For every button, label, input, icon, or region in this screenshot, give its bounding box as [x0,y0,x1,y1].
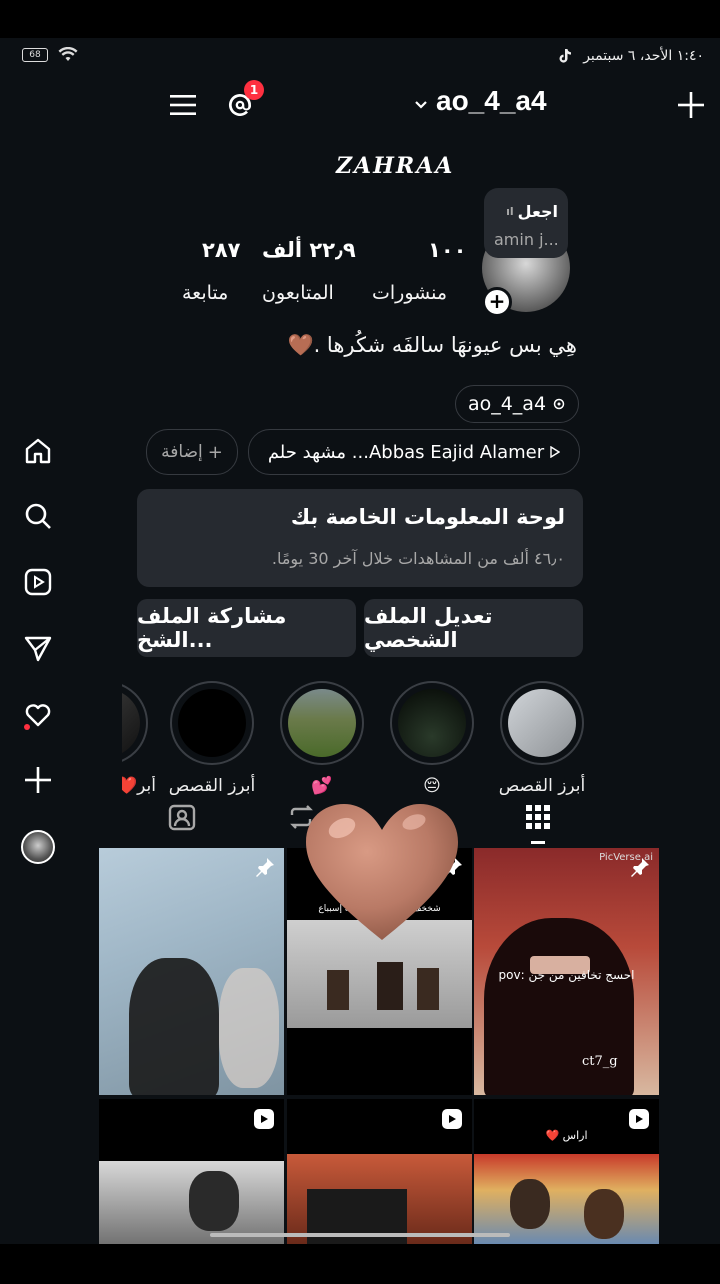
music-pill[interactable]: مشهد حلم ...Abbas Eajid Alamer [248,429,580,475]
edit-profile-button[interactable]: تعديل الملف الشخصي [364,599,583,657]
professional-dashboard-card[interactable]: لوحة المعلومات الخاصة بك ٤٦٫٠ ألف من الم… [137,489,583,587]
grid-post-6-caption: اراس ❤️ [545,1129,588,1142]
note-title: اجعل [517,202,558,221]
pin-icon [254,856,276,882]
pin-icon [629,856,651,882]
profile-nav-avatar[interactable] [18,827,58,867]
following-count[interactable]: ٢٨٧ [202,238,240,262]
play-icon [550,446,561,458]
home-indicator [210,1233,510,1237]
reel-icon [254,1109,274,1129]
grid-post-6[interactable]: اراس ❤️ [474,1099,659,1244]
highlight-1-image [508,689,576,757]
highlight-2-image [398,689,466,757]
grid-tab-icon[interactable] [524,803,552,831]
note-subtitle: amin j... [494,230,559,249]
threads-small-icon [553,398,565,410]
status-bar-left: 68 [22,47,78,63]
brown-heart-sticker-icon [306,804,458,940]
grid-post-5[interactable] [287,1099,472,1244]
highlight-4[interactable] [170,681,254,765]
profile-bio: هِي بس عيونهَا سالفَه شكُرها .🤎 [287,333,577,357]
posts-label: منشورات [372,282,448,304]
reels-nav-icon[interactable] [18,562,58,602]
add-label: إضافة [161,442,203,462]
instagram-profile-screen: 68 ١:٤٠ الأحد، ٦ سبتمبر 1 ao_4_a4 ZAHRAA… [0,38,720,1244]
grid-post-3-caption: احسج تخافين من جن :pov [498,968,635,982]
home-nav-icon[interactable] [18,431,58,471]
tagged-tab-icon[interactable] [168,803,196,831]
highlight-3-label: 💕 [311,776,333,796]
highlight-1-label: أبرز القصص [498,776,586,796]
highlight-2-label: 😔 [423,776,441,796]
grid-post-3[interactable]: PicVerse.ai احسج تخافين من جن :pov ct7_g [474,848,659,1095]
highlight-5[interactable] [122,681,148,765]
create-plus-icon[interactable] [678,92,704,118]
activity-dot [24,724,30,730]
dashboard-subtitle: ٤٦٫٠ ألف من المشاهدات خلال آخر 30 يومًا. [271,549,565,568]
posts-count: ١٠٠ [428,238,467,262]
threads-handle-pill[interactable]: ao_4_a4 [455,385,579,423]
tiktok-icon [559,49,571,63]
highlight-4-label: أبرز القصص [168,776,256,796]
battery-icon: 68 [22,48,48,62]
add-story-plus-icon[interactable]: + [482,287,512,317]
grid-post-1[interactable] [99,848,284,1095]
reel-icon [629,1109,649,1129]
highlight-3-image [288,689,356,757]
add-link-pill[interactable]: إضافة + [146,429,238,475]
highlight-5-image [122,689,140,757]
share-profile-button[interactable]: مشاركة الملف الشخ... [137,599,356,657]
highlight-3[interactable] [280,681,364,765]
threads-handle: ao_4_a4 [467,393,547,415]
highlight-4-image [178,689,246,757]
reel-icon [442,1109,462,1129]
followers-label[interactable]: المتابعون [262,282,334,304]
display-name: ZAHRAA [336,153,455,179]
notification-badge: 1 [244,80,264,100]
grid-post-3-tag: ct7_g [582,1054,618,1069]
grid-post-4[interactable] [99,1099,284,1244]
active-tab-indicator [531,841,545,844]
highlight-1[interactable] [500,681,584,765]
dashboard-title: لوحة المعلومات الخاصة بك [290,505,565,529]
search-nav-icon[interactable] [18,496,58,536]
status-bar-right: ١:٤٠ الأحد، ٦ سبتمبر [583,48,704,64]
chevron-down-icon[interactable] [414,100,428,110]
highlight-2[interactable] [390,681,474,765]
profile-note-bubble[interactable]: اجعل ıl amin j... [484,188,568,258]
music-title: مشهد حلم ...Abbas Eajid Alamer [267,441,545,463]
following-label[interactable]: متابعة [182,282,228,304]
highlight-5-label: أبر❤️ [122,776,156,796]
menu-icon[interactable] [170,92,196,118]
status-time: ١:٤٠ الأحد، ٦ سبتمبر [583,48,704,64]
add-plus-icon: + [207,441,223,463]
followers-count[interactable]: ٢٢٫٩ ألف [262,238,356,262]
direct-messages-nav-icon[interactable] [18,628,58,668]
wifi-icon [58,47,78,61]
profile-username[interactable]: ao_4_a4 [436,85,547,117]
audio-bars-icon: ıl [506,205,514,218]
create-nav-icon[interactable] [18,760,58,800]
